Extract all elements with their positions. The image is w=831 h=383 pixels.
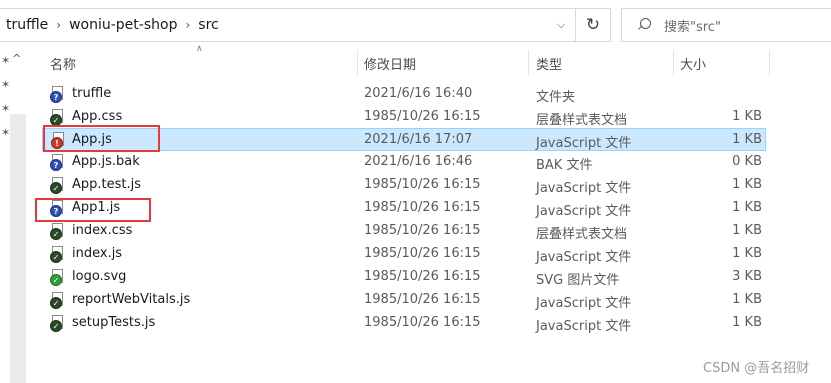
file-date: 1985/10/26 16:15: [364, 200, 481, 215]
file-row[interactable]: ✓ reportWebVitals.js 1985/10/26 16:15 Ja…: [42, 289, 766, 312]
js-file-icon: ✓: [50, 315, 66, 332]
pin-icon: ✶: [1, 54, 11, 67]
file-type: SVG 图片文件: [536, 273, 620, 288]
file-date: 1985/10/26 16:15: [364, 246, 481, 261]
chevron-right-icon[interactable]: ›: [180, 18, 195, 32]
file-date: 2021/6/16 16:46: [364, 154, 473, 169]
address-bar[interactable]: truffle › woniu-pet-shop › src ⌵ ↻: [0, 8, 611, 42]
file-date: 1985/10/26 16:15: [364, 109, 481, 124]
js-file-icon: ✓: [50, 246, 66, 263]
file-type: JavaScript 文件: [536, 296, 632, 311]
highlight-box-app1-js: [35, 198, 151, 222]
file-row[interactable]: ✓ index.css 1985/10/26 16:15 层叠样式表文档 1 K…: [42, 220, 766, 243]
search-input[interactable]: 搜索"src": [664, 16, 721, 35]
file-size: 1 KB: [732, 223, 762, 238]
file-name: setupTests.js: [72, 315, 156, 330]
file-date: 1985/10/26 16:15: [364, 223, 481, 238]
highlight-box-app-js: [43, 125, 160, 152]
column-header-date[interactable]: 修改日期: [364, 54, 416, 73]
file-row[interactable]: ? truffle 2021/6/16 16:40 文件夹: [42, 83, 766, 106]
file-size: 1 KB: [732, 292, 762, 307]
history-dropdown-button[interactable]: ⌵: [547, 9, 575, 41]
column-header-type[interactable]: 类型: [536, 54, 562, 73]
column-header-name[interactable]: 名称: [50, 54, 76, 73]
file-size: 1 KB: [732, 200, 762, 215]
breadcrumb-woniu-pet-shop[interactable]: woniu-pet-shop: [66, 17, 180, 33]
file-name: App.test.js: [72, 177, 142, 192]
file-size: 1 KB: [732, 246, 762, 261]
file-date: 2021/6/16 17:07: [364, 132, 473, 147]
search-box[interactable]: 搜索"src": [621, 8, 831, 42]
file-name: App.css: [72, 109, 123, 124]
pin-icon: ✶: [1, 78, 11, 91]
file-size: 3 KB: [732, 269, 762, 284]
file-size: 1 KB: [732, 315, 762, 330]
file-type: JavaScript 文件: [536, 181, 632, 196]
file-size: 0 KB: [732, 154, 762, 169]
file-type: 层叠样式表文档: [536, 113, 628, 128]
js-file-icon: ✓: [50, 177, 66, 194]
chevron-down-icon: ⌵: [556, 18, 566, 31]
column-divider[interactable]: [673, 50, 674, 76]
css-file-icon: ✓: [50, 223, 66, 240]
file-size: 1 KB: [732, 132, 762, 147]
file-type: BAK 文件: [536, 158, 593, 173]
file-size: 1 KB: [732, 109, 762, 124]
sort-ascending-icon: ∧: [196, 44, 203, 54]
file-type: 文件夹: [536, 90, 576, 105]
column-divider[interactable]: [769, 50, 770, 76]
file-date: 2021/6/16 16:40: [364, 86, 473, 101]
pin-icon: ✶: [1, 126, 11, 139]
scrollbar-thumb[interactable]: [10, 114, 26, 383]
css-file-icon: ✓: [50, 109, 66, 126]
file-row[interactable]: ✓ index.js 1985/10/26 16:15 JavaScript 文…: [42, 243, 766, 266]
file-row[interactable]: ? App.js.bak 2021/6/16 16:46 BAK 文件 0 KB: [42, 151, 766, 174]
file-type: JavaScript 文件: [536, 204, 632, 219]
navigation-pane: ✶ ✶ ✶ ✶ ^: [0, 48, 32, 383]
file-name: index.css: [72, 223, 133, 238]
breadcrumb-truffle[interactable]: truffle: [0, 17, 51, 33]
file-date: 1985/10/26 16:15: [364, 292, 481, 307]
chevron-right-icon[interactable]: ›: [51, 18, 66, 32]
refresh-button[interactable]: ↻: [576, 9, 610, 41]
file-date: 1985/10/26 16:15: [364, 177, 481, 192]
file-name: App.js.bak: [72, 154, 140, 169]
file-size: 1 KB: [732, 177, 762, 192]
file-name: logo.svg: [72, 269, 127, 284]
file-type: 层叠样式表文档: [536, 227, 628, 242]
svg-file-icon: ✓: [50, 269, 66, 286]
column-header-size[interactable]: 大小: [680, 54, 706, 73]
file-row[interactable]: ✓ setupTests.js 1985/10/26 16:15 JavaScr…: [42, 312, 766, 335]
navigation-scrollbar[interactable]: [10, 114, 26, 383]
file-type: JavaScript 文件: [536, 136, 632, 151]
scroll-up-icon[interactable]: ^: [12, 52, 21, 65]
file-row[interactable]: ✓ App.test.js 1985/10/26 16:15 JavaScrip…: [42, 174, 766, 197]
file-type: JavaScript 文件: [536, 319, 632, 334]
search-icon: [636, 17, 652, 33]
toolbar: truffle › woniu-pet-shop › src ⌵ ↻ 搜索"sr…: [0, 0, 831, 48]
file-date: 1985/10/26 16:15: [364, 315, 481, 330]
breadcrumb-src[interactable]: src: [195, 17, 221, 33]
file-date: 1985/10/26 16:15: [364, 269, 481, 284]
watermark: CSDN @吾名招财: [703, 361, 810, 376]
file-name: truffle: [72, 86, 112, 101]
refresh-icon: ↻: [585, 15, 601, 35]
js-file-icon: ✓: [50, 292, 66, 309]
file-row[interactable]: ✓ logo.svg 1985/10/26 16:15 SVG 图片文件 3 K…: [42, 266, 766, 289]
file-name: reportWebVitals.js: [72, 292, 191, 307]
file-type: JavaScript 文件: [536, 250, 632, 265]
file-name: index.js: [72, 246, 123, 261]
column-divider[interactable]: [357, 50, 358, 76]
column-divider[interactable]: [528, 50, 529, 76]
folder-question-icon: ?: [50, 86, 66, 103]
pin-icon: ✶: [1, 102, 11, 115]
bak-file-icon: ?: [50, 154, 66, 171]
